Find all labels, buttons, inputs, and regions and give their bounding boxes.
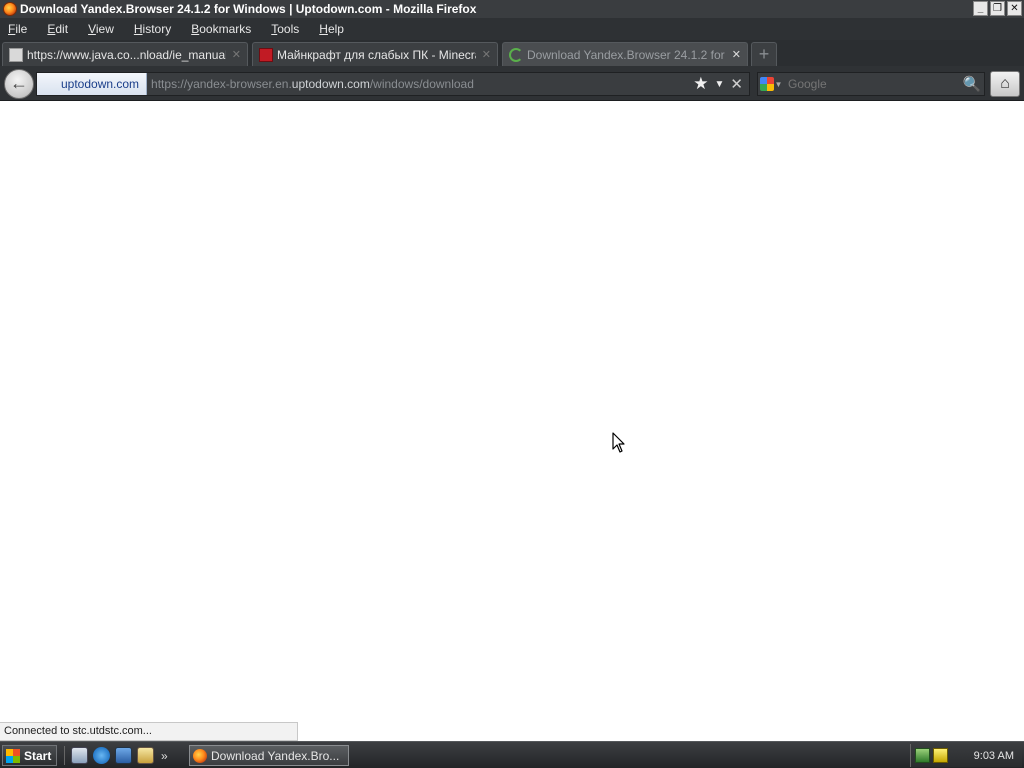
new-tab-button[interactable]: + bbox=[751, 42, 777, 66]
loading-spinner-icon bbox=[509, 47, 523, 62]
more-chevron-icon[interactable]: » bbox=[161, 749, 168, 763]
back-button[interactable]: ← bbox=[4, 69, 34, 99]
taskbar-button-firefox[interactable]: Download Yandex.Bro... bbox=[189, 745, 349, 766]
windows-logo-icon bbox=[6, 748, 20, 763]
history-dropdown-icon[interactable]: ▼ bbox=[715, 79, 725, 90]
menu-bookmarks[interactable]: Bookmarks bbox=[191, 22, 251, 36]
taskbar: Start » Download Yandex.Bro... 9:03 AM bbox=[0, 741, 1024, 768]
start-button[interactable]: Start bbox=[2, 745, 57, 766]
tab-label: Майнкрафт для слабых ПК - Minecraft ... bbox=[277, 47, 476, 62]
firefox-icon bbox=[193, 748, 207, 763]
tab-minecraft[interactable]: Майнкрафт для слабых ПК - Minecraft ... … bbox=[252, 42, 498, 66]
url-actions: ★ ▼ ✕ bbox=[693, 74, 743, 94]
search-engine-selector[interactable]: ▼ bbox=[758, 73, 784, 95]
outlook-express-icon[interactable] bbox=[115, 747, 132, 764]
minimize-button[interactable]: _ bbox=[973, 1, 988, 16]
close-window-button[interactable]: ✕ bbox=[1007, 1, 1022, 16]
page-content[interactable] bbox=[0, 102, 1024, 740]
clock[interactable]: 9:03 AM bbox=[974, 750, 1014, 762]
internet-explorer-icon[interactable] bbox=[93, 747, 110, 764]
java-page-icon bbox=[9, 47, 23, 62]
menu-edit[interactable]: Edit bbox=[47, 22, 68, 36]
firefox-icon bbox=[3, 2, 17, 16]
window-controls: _ ❐ ✕ bbox=[973, 1, 1022, 16]
search-launch-icon[interactable] bbox=[137, 747, 154, 764]
mouse-cursor-icon bbox=[612, 432, 625, 453]
menu-bar: File Edit View History Bookmarks Tools H… bbox=[0, 18, 1024, 40]
stop-icon[interactable]: ✕ bbox=[730, 75, 743, 93]
system-tray: 9:03 AM bbox=[910, 744, 1022, 767]
google-icon bbox=[759, 77, 774, 91]
tab-yandex-download[interactable]: Download Yandex.Browser 24.1.2 for Wi...… bbox=[502, 42, 748, 66]
quick-launch: » bbox=[64, 746, 168, 765]
network-icon[interactable] bbox=[915, 748, 930, 763]
status-text: Connected to stc.utdstc.com... bbox=[0, 722, 298, 741]
menu-view[interactable]: View bbox=[88, 22, 114, 36]
tab-label: https://www.java.co...nload/ie_manual.js… bbox=[27, 47, 226, 62]
start-label: Start bbox=[24, 748, 52, 763]
restore-button[interactable]: ❐ bbox=[990, 1, 1005, 16]
site-identity-button[interactable]: uptodown.com bbox=[37, 73, 148, 95]
url-bar[interactable]: uptodown.com https://yandex-browser.en.u… bbox=[36, 72, 750, 96]
tab-java-manual[interactable]: https://www.java.co...nload/ie_manual.js… bbox=[2, 42, 248, 66]
home-button[interactable]: ⌂ bbox=[990, 71, 1020, 97]
url-text[interactable]: https://yandex-browser.en.uptodown.com/w… bbox=[151, 77, 693, 91]
show-desktop-icon[interactable] bbox=[71, 747, 88, 764]
minecraft-site-icon bbox=[259, 47, 273, 62]
safely-remove-hardware-icon[interactable] bbox=[933, 748, 948, 763]
close-icon[interactable]: ✕ bbox=[232, 48, 241, 61]
tab-label: Download Yandex.Browser 24.1.2 for Wi... bbox=[527, 47, 726, 62]
taskbar-button-label: Download Yandex.Bro... bbox=[211, 748, 340, 763]
menu-file[interactable]: File bbox=[8, 22, 27, 36]
close-icon[interactable]: ✕ bbox=[732, 48, 741, 61]
close-icon[interactable]: ✕ bbox=[482, 48, 491, 61]
menu-history[interactable]: History bbox=[134, 22, 171, 36]
window-title: Download Yandex.Browser 24.1.2 for Windo… bbox=[20, 2, 477, 16]
menu-help[interactable]: Help bbox=[319, 22, 344, 36]
window-title-bar: Download Yandex.Browser 24.1.2 for Windo… bbox=[0, 0, 1024, 18]
menu-tools[interactable]: Tools bbox=[271, 22, 299, 36]
search-icon[interactable]: 🔍 bbox=[960, 75, 984, 93]
navigation-toolbar: ← uptodown.com https://yandex-browser.en… bbox=[0, 66, 1024, 101]
search-bar: ▼ 🔍 bbox=[757, 72, 985, 96]
chevron-down-icon: ▼ bbox=[774, 79, 783, 89]
tab-strip: https://www.java.co...nload/ie_manual.js… bbox=[0, 40, 1024, 66]
search-input[interactable] bbox=[784, 77, 960, 91]
bookmark-star-icon[interactable]: ★ bbox=[693, 74, 708, 94]
